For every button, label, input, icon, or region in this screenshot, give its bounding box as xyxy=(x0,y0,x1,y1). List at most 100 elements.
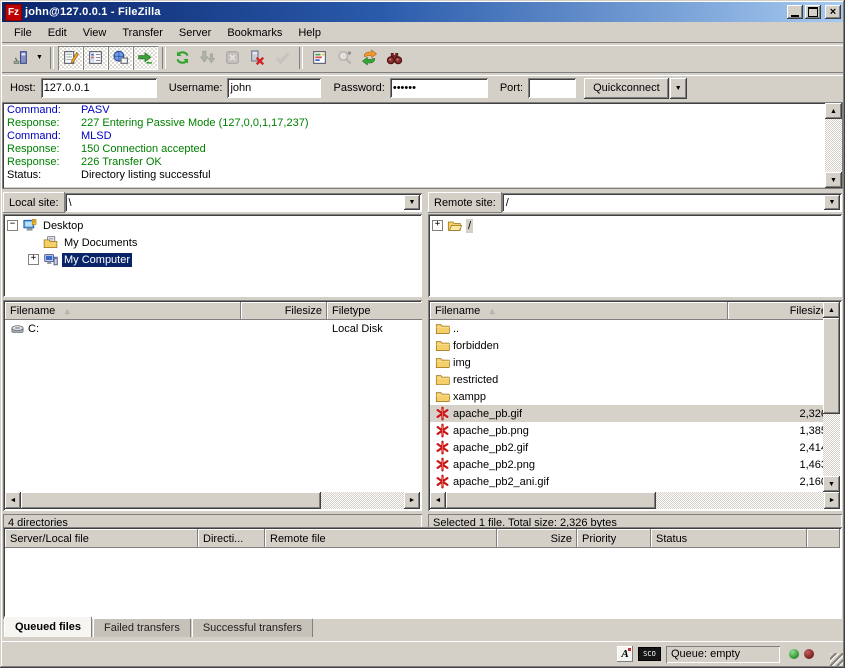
remote-hscroll-thumb[interactable] xyxy=(446,492,656,509)
local-hscroll-track[interactable] xyxy=(321,492,404,509)
file-row[interactable]: apache_pb.gif2,326 xyxy=(430,405,823,422)
sync-browsing-button[interactable] xyxy=(357,46,382,70)
refresh-button[interactable] xyxy=(170,46,195,70)
find-files-button[interactable] xyxy=(382,46,407,70)
tab-failed-transfers[interactable]: Failed transfers xyxy=(93,618,191,637)
queue-column-header[interactable]: Priority xyxy=(577,529,651,548)
remote-tree-item[interactable]: +/ xyxy=(432,217,842,234)
remote-hscroll-track[interactable] xyxy=(656,492,824,509)
site-manager-icon xyxy=(12,49,29,66)
filter-button[interactable] xyxy=(307,46,332,70)
queue-status: Queue: empty xyxy=(666,646,780,663)
site-manager-button[interactable] xyxy=(8,46,33,70)
queue-column-header[interactable]: Server/Local file xyxy=(5,529,198,548)
sort-asc-icon: ▲ xyxy=(63,307,71,316)
maximize-button[interactable] xyxy=(805,5,821,19)
username-input[interactable] xyxy=(227,78,321,98)
menu-transfer[interactable]: Transfer xyxy=(114,25,171,41)
local-column-header[interactable]: Filetype xyxy=(327,302,422,320)
scroll-up-icon[interactable]: ▲ xyxy=(823,302,840,318)
toggle-queue-button[interactable] xyxy=(133,46,158,70)
local-tree-item[interactable]: My Documents xyxy=(28,234,422,251)
menu-view[interactable]: View xyxy=(75,25,115,41)
collapse-icon[interactable]: − xyxy=(7,220,18,231)
port-input[interactable] xyxy=(528,78,576,98)
resize-grip[interactable] xyxy=(830,653,843,666)
password-input[interactable] xyxy=(390,78,488,98)
log-line: Status:Directory listing successful xyxy=(7,169,825,182)
local-site-dropdown-button[interactable]: ▼ xyxy=(404,195,420,210)
toggle-log-button[interactable] xyxy=(58,46,83,70)
local-tree-item[interactable]: +My Computer xyxy=(28,251,422,268)
expand-icon[interactable]: + xyxy=(432,220,443,231)
column-header-label: Filesize xyxy=(285,305,322,317)
scroll-down-icon[interactable]: ▼ xyxy=(823,476,840,492)
file-row[interactable]: img xyxy=(430,354,823,371)
remote-vscroll-thumb[interactable] xyxy=(823,318,840,414)
menu-server[interactable]: Server xyxy=(171,25,219,41)
menu-file[interactable]: File xyxy=(6,25,40,41)
local-column-header[interactable]: Filesize xyxy=(241,302,327,320)
remote-site-combo[interactable]: / ▼ xyxy=(502,193,842,212)
local-column-header[interactable]: Filename▲ xyxy=(5,302,241,320)
scroll-left-icon[interactable]: ◄ xyxy=(430,492,446,509)
scroll-up-icon[interactable]: ▲ xyxy=(825,103,842,119)
scroll-down-icon[interactable]: ▼ xyxy=(825,172,842,188)
menu-help[interactable]: Help xyxy=(290,25,329,41)
tab-successful-transfers[interactable]: Successful transfers xyxy=(192,618,313,637)
queue-column-header[interactable]: Status xyxy=(651,529,807,548)
open-folder-icon xyxy=(447,218,466,233)
image-file-icon xyxy=(435,457,453,472)
scroll-right-icon[interactable]: ► xyxy=(404,492,420,509)
disconnect-button[interactable] xyxy=(245,46,270,70)
remote-column-header[interactable]: Filesize xyxy=(728,302,832,320)
queue-column-header[interactable]: Directi... xyxy=(198,529,265,548)
port-label: Port: xyxy=(500,82,523,94)
local-tree-item[interactable]: −Desktop xyxy=(7,217,422,234)
filezilla-logo-icon: Fz xyxy=(5,4,22,21)
log-scrollbar[interactable]: ▲ ▼ xyxy=(825,103,842,188)
cancel-operation-button xyxy=(220,46,245,70)
close-button[interactable]: × xyxy=(825,5,841,19)
file-row[interactable]: .. xyxy=(430,320,823,337)
menu-edit[interactable]: Edit xyxy=(40,25,75,41)
file-row[interactable]: apache_pb2.gif2,414 xyxy=(430,439,823,456)
remote-list-hscrollbar[interactable]: ◄ ► xyxy=(430,492,840,509)
log-line-label: Response: xyxy=(7,143,81,156)
file-row[interactable]: xampp xyxy=(430,388,823,405)
remote-vscroll-track[interactable] xyxy=(823,414,840,476)
chevron-down-icon: ▼ xyxy=(675,85,682,92)
tab-queued-files[interactable]: Queued files xyxy=(4,616,92,637)
file-row[interactable]: apache_pb2_ani.gif2,160 xyxy=(430,473,823,490)
scroll-left-icon[interactable]: ◄ xyxy=(5,492,21,509)
menu-bookmarks[interactable]: Bookmarks xyxy=(219,25,290,41)
file-row[interactable]: restricted xyxy=(430,371,823,388)
toolbar-separator xyxy=(162,47,166,69)
minimize-button[interactable] xyxy=(787,5,803,19)
remote-site-dropdown-button[interactable]: ▼ xyxy=(824,195,840,210)
speed-limit-icon: SCO xyxy=(638,647,661,661)
toggle-local-tree-button[interactable] xyxy=(83,46,108,70)
message-log-icon xyxy=(62,49,79,66)
toggle-remote-tree-button[interactable] xyxy=(108,46,133,70)
local-list-hscrollbar[interactable]: ◄ ► xyxy=(5,492,420,509)
local-site-combo[interactable]: \ ▼ xyxy=(65,193,422,212)
file-row[interactable]: forbidden xyxy=(430,337,823,354)
site-manager-button-dropdown[interactable]: ▼ xyxy=(33,46,46,70)
log-line-label: Response: xyxy=(7,117,81,130)
remote-column-header[interactable]: Filename▲ xyxy=(430,302,728,320)
log-scroll-track[interactable] xyxy=(825,119,842,172)
quickconnect-button[interactable]: Quickconnect xyxy=(584,78,669,99)
host-input[interactable] xyxy=(41,78,157,98)
file-row[interactable]: apache_pb.png1,385 xyxy=(430,422,823,439)
local-hscroll-thumb[interactable] xyxy=(21,492,321,509)
scroll-right-icon[interactable]: ► xyxy=(824,492,840,509)
file-row[interactable]: apache_pb2.png1,463 xyxy=(430,456,823,473)
remote-list-vscrollbar[interactable]: ▲ ▼ xyxy=(823,302,840,492)
expand-icon[interactable]: + xyxy=(28,254,39,265)
queue-column-header[interactable]: Remote file xyxy=(265,529,497,548)
queue-column-header[interactable]: Size xyxy=(497,529,577,548)
quickconnect-dropdown-button[interactable]: ▼ xyxy=(670,78,687,99)
file-row[interactable]: C:Local Disk xyxy=(5,320,420,337)
remote-tree: +/ xyxy=(428,214,842,297)
